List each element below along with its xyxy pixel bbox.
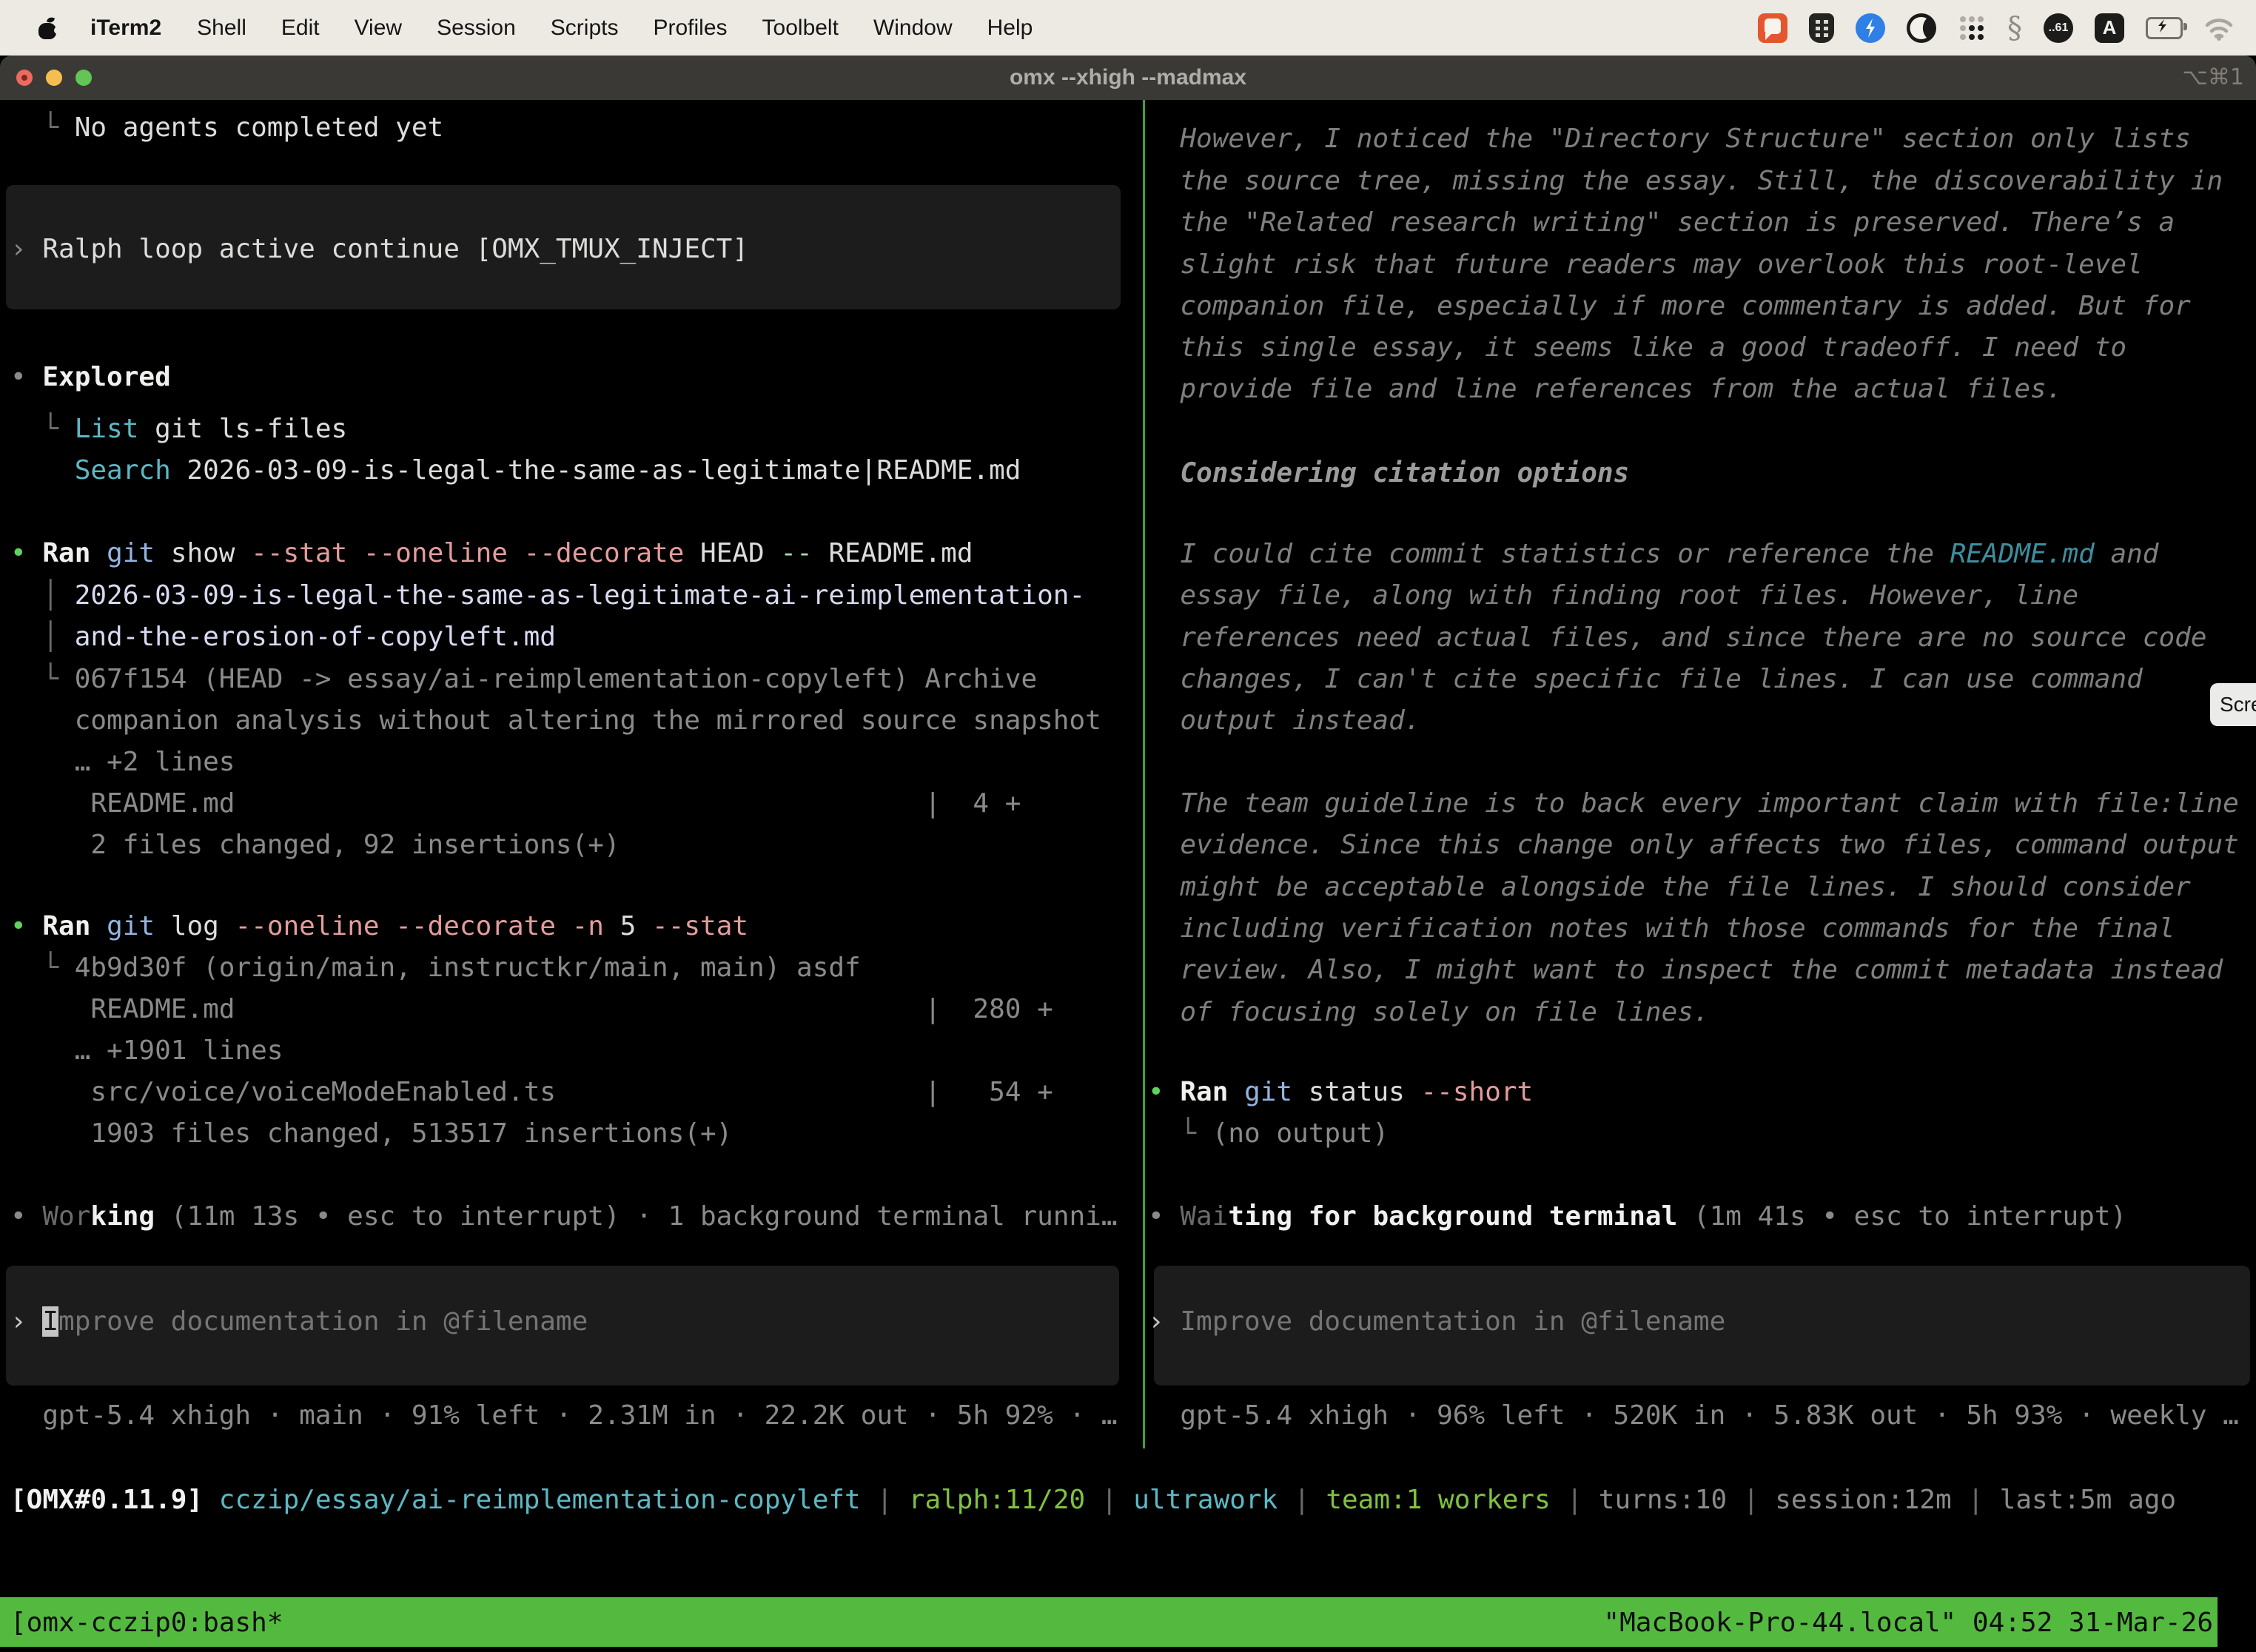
menu-item-help[interactable]: Help	[987, 16, 1033, 41]
tmux-status-bar	[0, 1597, 2218, 1647]
window-shortcut-hint: ⌥⌘1	[2182, 56, 2244, 100]
menu-item-toolbelt[interactable]: Toolbelt	[762, 16, 839, 41]
menu-item-shell[interactable]: Shell	[197, 16, 246, 41]
terminal-area: Scre	[0, 100, 2256, 1652]
screen-tooltip: Scre	[2210, 683, 2256, 726]
prompt-input-right[interactable]	[1154, 1266, 2250, 1386]
battery-icon[interactable]	[2146, 17, 2183, 39]
chat-icon[interactable]	[1758, 13, 1787, 43]
count-badge-icon[interactable]: ..61	[2044, 13, 2073, 43]
menu-app-name[interactable]: iTerm2	[90, 16, 161, 41]
wifi-icon[interactable]	[2204, 16, 2234, 41]
letter-a-icon[interactable]: A	[2095, 13, 2124, 43]
menu-items: Shell Edit View Session Scripts Profiles Toolb…	[197, 16, 1033, 41]
prompt-input-left[interactable]	[6, 1266, 1119, 1386]
menu-item-scripts[interactable]: Scripts	[551, 16, 619, 41]
crescent-icon[interactable]	[1907, 13, 1936, 43]
window-title: omx --xhigh --madmax	[0, 56, 2256, 100]
grid-dots-icon[interactable]	[1958, 14, 1986, 42]
menu-status-icons: § ..61 A	[1758, 13, 2234, 43]
menu-item-edit[interactable]: Edit	[281, 16, 320, 41]
menu-item-profiles[interactable]: Profiles	[653, 16, 727, 41]
desktop-screen: iTerm2 Shell Edit View Session Scripts Profil…	[0, 0, 2256, 1652]
menu-item-view[interactable]: View	[355, 16, 402, 41]
bolt-glyph	[1856, 13, 1885, 43]
inject-banner	[6, 185, 1121, 309]
pane-divider[interactable]	[1143, 100, 1145, 1448]
squiggle-icon[interactable]: §	[2007, 13, 2022, 43]
shield-icon[interactable]	[1809, 13, 1834, 43]
window-titlebar: omx --xhigh --madmax ⌥⌘1	[0, 56, 2256, 100]
menu-bar: iTerm2 Shell Edit View Session Scripts Profil…	[0, 0, 2256, 56]
menu-item-window[interactable]: Window	[873, 16, 953, 41]
apple-menu-icon[interactable]	[38, 17, 58, 39]
sync-badge-icon[interactable]	[1856, 13, 1885, 43]
menu-item-session[interactable]: Session	[437, 16, 516, 41]
